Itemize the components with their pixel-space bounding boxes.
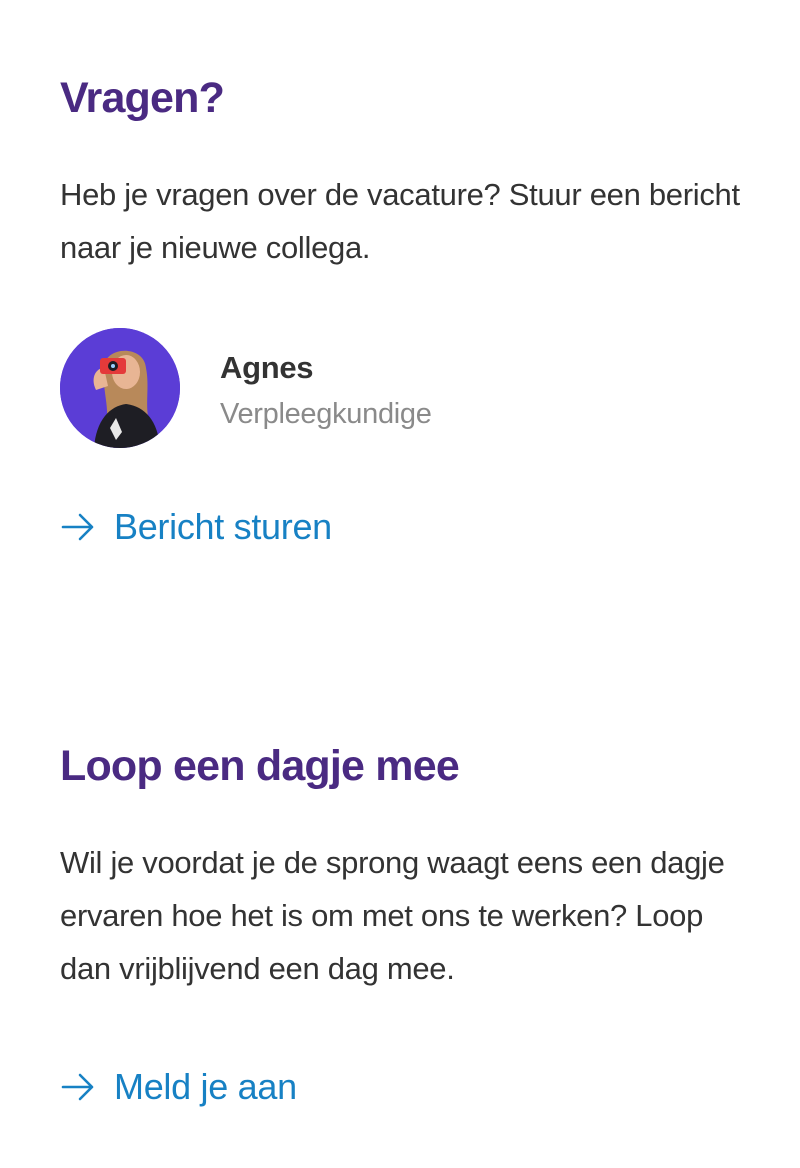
avatar-photo [60,328,180,448]
sign-up-link-label: Meld je aan [114,1066,297,1107]
send-message-link[interactable]: Bericht sturen [60,505,332,549]
arrow-right-icon [60,1072,96,1102]
shadow-day-description: Wil je voordat je de sprong waagt eens e… [60,845,725,986]
questions-description: Heb je vragen over de vacature? Stuur ee… [60,177,740,265]
avatar [60,328,180,448]
shadow-day-heading: Loop een dagje mee [60,742,460,790]
questions-description-wrap: Heb je vragen over de vacature? Stuur ee… [60,168,740,274]
contact-name: Agnes [220,350,314,385]
sign-up-link[interactable]: Meld je aan [60,1065,297,1109]
contact-role: Verpleegkundige [220,398,432,430]
arrow-right-icon [60,512,96,542]
shadow-day-section: Loop een dagje mee [60,740,740,792]
questions-section: Vragen? [60,72,740,124]
contact-card: Agnes Verpleegkundige [60,328,740,448]
shadow-day-description-wrap: Wil je voordat je de sprong waagt eens e… [60,836,740,995]
send-message-link-label: Bericht sturen [114,506,332,547]
questions-heading: Vragen? [60,74,225,122]
